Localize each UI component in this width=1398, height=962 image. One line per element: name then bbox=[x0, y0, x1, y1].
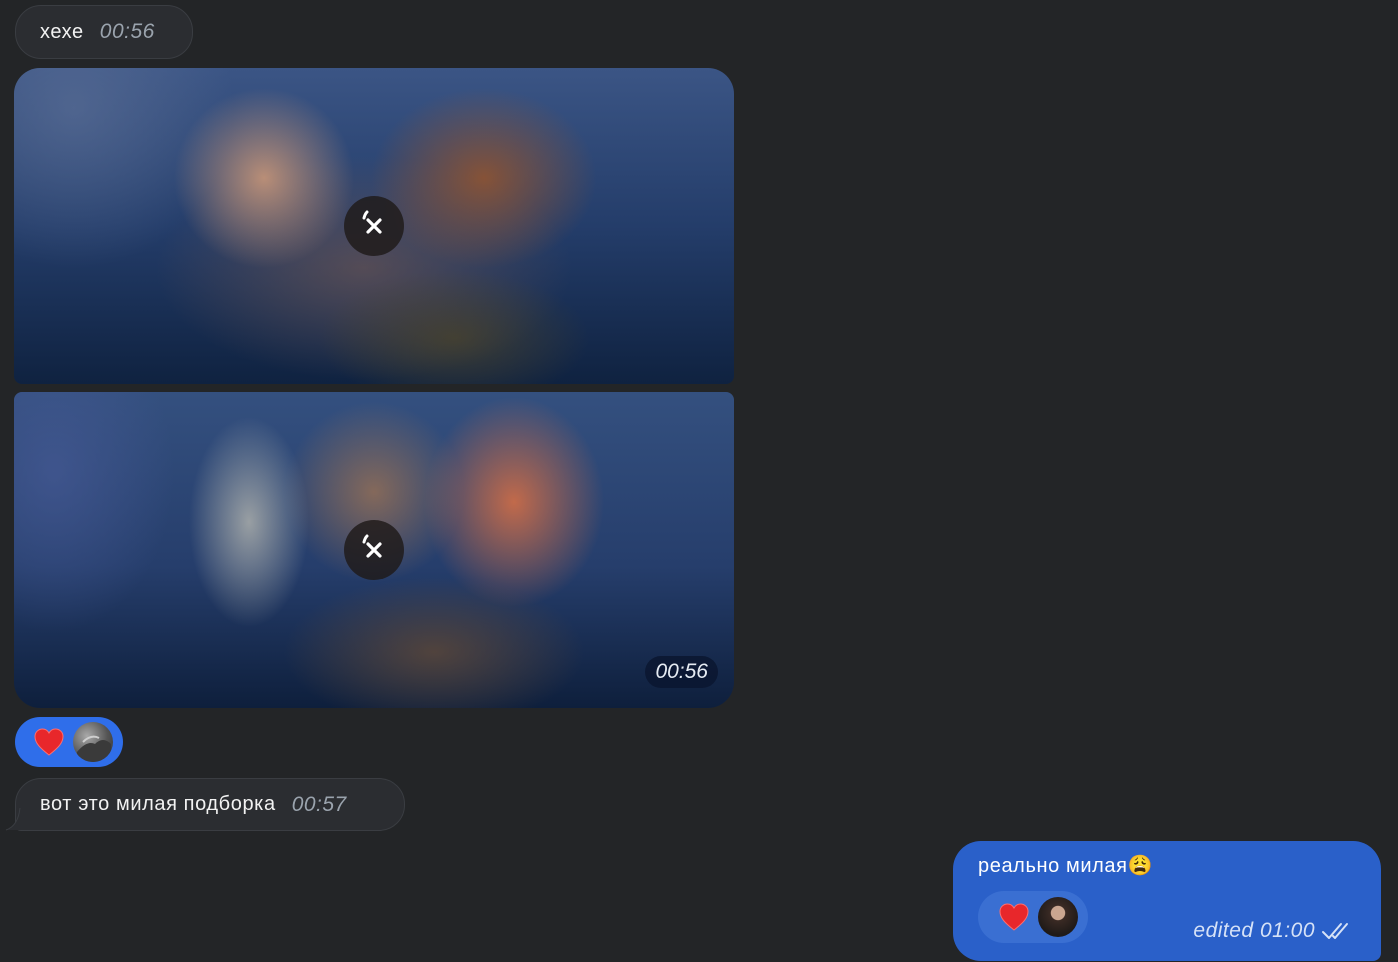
photo-thumbnail[interactable] bbox=[14, 68, 734, 384]
close-icon bbox=[362, 534, 382, 558]
double-check-icon bbox=[1322, 923, 1348, 939]
album-time-badge: 00:56 bbox=[645, 656, 718, 688]
cat-photo-icon bbox=[77, 735, 111, 762]
outgoing-message-bubble[interactable]: реально милая😩 edited 01:00 bbox=[953, 841, 1381, 961]
edited-time: edited 01:00 bbox=[1193, 919, 1315, 942]
incoming-message-bubble[interactable]: вот это милая подборка 00:57 bbox=[15, 778, 405, 831]
reactor-avatar bbox=[1038, 897, 1078, 937]
heart-icon bbox=[999, 903, 1029, 931]
message-status: edited 01:00 bbox=[1193, 919, 1353, 943]
photo-thumbnail[interactable]: 00:56 bbox=[14, 392, 734, 708]
close-icon bbox=[362, 210, 382, 234]
reaction-button[interactable] bbox=[15, 717, 123, 767]
cancel-download-button[interactable] bbox=[344, 196, 404, 256]
cancel-download-button[interactable] bbox=[344, 520, 404, 580]
reaction-button[interactable] bbox=[978, 891, 1088, 943]
bubble-tail bbox=[5, 808, 26, 831]
message-text: реально милая😩 bbox=[978, 855, 1154, 877]
reactor-avatar bbox=[73, 722, 113, 762]
heart-icon bbox=[34, 728, 64, 756]
message-text: хехе bbox=[40, 20, 84, 43]
message-text: вот это милая подборка bbox=[40, 793, 276, 815]
message-time: 00:57 bbox=[291, 792, 347, 816]
message-time: 00:56 bbox=[99, 20, 155, 43]
incoming-message-bubble[interactable]: хехе 00:56 bbox=[15, 5, 193, 59]
